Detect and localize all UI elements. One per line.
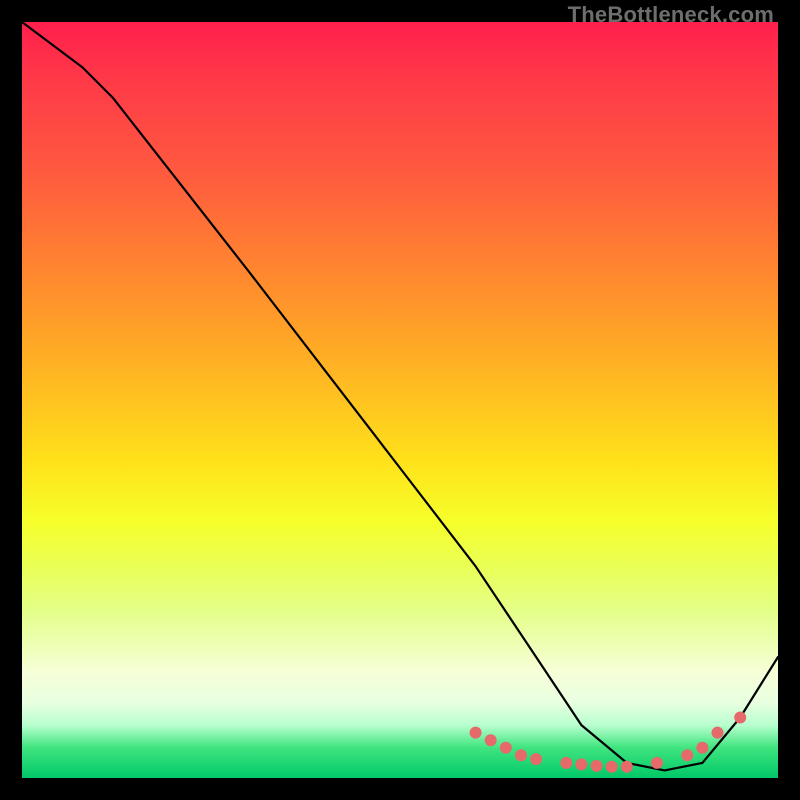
chart-marker-dot (681, 749, 693, 761)
chart-marker-dot (696, 742, 708, 754)
chart-marker-dot (530, 753, 542, 765)
chart-frame: TheBottleneck.com (0, 0, 800, 800)
chart-marker-dot (485, 734, 497, 746)
chart-marker-dot (560, 757, 572, 769)
chart-plot-area (22, 22, 778, 778)
chart-marker-dot (734, 712, 746, 724)
chart-svg (22, 22, 778, 778)
chart-marker-dot (575, 758, 587, 770)
chart-curve (22, 22, 778, 770)
watermark-text: TheBottleneck.com (568, 2, 774, 28)
chart-marker-dot (515, 749, 527, 761)
chart-marker-dot (591, 760, 603, 772)
chart-marker-dot (470, 727, 482, 739)
chart-marker-dot (712, 727, 724, 739)
chart-marker-dot (621, 761, 633, 773)
chart-marker-dot (606, 761, 618, 773)
chart-marker-dot (500, 742, 512, 754)
chart-marker-dot (651, 757, 663, 769)
chart-markers (470, 712, 747, 773)
